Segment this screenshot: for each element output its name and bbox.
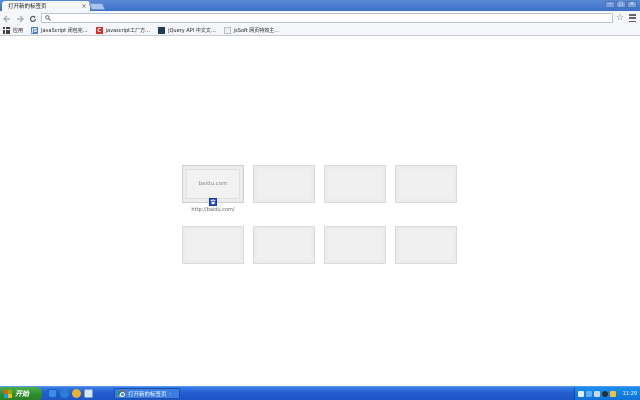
chrome-quicklaunch-icon[interactable]: [72, 389, 81, 398]
bookmark-item[interactable]: JS JavaScript 闭包完…: [31, 26, 88, 35]
bookmark-label: JavaScript 闭包完…: [41, 28, 88, 34]
star-icon[interactable]: ☆: [616, 13, 624, 23]
forward-arrow-icon[interactable]: [14, 13, 26, 25]
system-tray: 11:29: [574, 387, 640, 400]
tray-qq-icon[interactable]: [602, 391, 608, 397]
tray-input-icon[interactable]: [578, 391, 584, 397]
tile-thumbnail: baidu.com: [186, 169, 240, 199]
empty-tile: [182, 226, 244, 264]
bookmark-label: 应用: [13, 28, 24, 34]
start-label: 开始: [15, 390, 29, 398]
bookmark-item[interactable]: jsSoft 网页特效主…: [223, 26, 280, 35]
omnibox[interactable]: [41, 13, 613, 23]
windows-taskbar: 开始 打开新的标签页 - 11:29: [0, 386, 640, 400]
bookmarks-bar: 应用 JS JavaScript 闭包完… C javascript工厂方… j…: [0, 26, 640, 36]
tab-close-icon[interactable]: ×: [80, 3, 88, 10]
empty-tile: [324, 226, 386, 264]
minimize-button[interactable]: –: [605, 1, 615, 8]
bookmark-label: jQuery API 中文文…: [168, 28, 216, 34]
tab-title: 打开新的标签页: [8, 4, 47, 10]
show-desktop-icon[interactable]: [48, 389, 57, 398]
bookmark-item[interactable]: jQuery API 中文文…: [158, 26, 216, 35]
reload-icon[interactable]: [27, 13, 39, 25]
window-controls: – □ ×: [605, 1, 637, 8]
menu-icon[interactable]: [629, 14, 636, 22]
start-button[interactable]: 开始: [0, 387, 42, 400]
bookmark-label: javascript工厂方…: [105, 28, 151, 34]
empty-tile: [324, 165, 386, 203]
ie-icon[interactable]: [60, 389, 69, 398]
new-tab-page: baidu.com http://baidu.com/: [0, 37, 640, 386]
tile-title: baidu.com: [198, 181, 228, 187]
browser-toolbar: ☆: [0, 11, 640, 26]
bookmark-label: jsSoft 网页特效主…: [233, 28, 280, 34]
tray-app-icon[interactable]: [610, 391, 616, 397]
tile-url: http://baidu.com/: [191, 207, 235, 213]
chrome-icon: [118, 390, 125, 397]
javascript-favicon-icon: JS: [31, 27, 39, 34]
taskbar-button-arrow: -: [169, 390, 172, 397]
quick-launch: [48, 389, 93, 398]
windows-logo-icon: [4, 390, 12, 398]
new-tab-button[interactable]: [88, 3, 106, 10]
page-favicon-icon: [223, 27, 231, 34]
explorer-icon[interactable]: [84, 389, 93, 398]
empty-tile: [395, 226, 457, 264]
address-input[interactable]: [51, 14, 612, 22]
jquery-favicon-icon: [158, 27, 166, 34]
tray-volume-icon[interactable]: [594, 391, 600, 397]
browser-title-bar: 打开新的标签页 × – □ ×: [0, 0, 640, 11]
back-arrow-icon[interactable]: [1, 13, 13, 25]
window-close-button[interactable]: ×: [627, 1, 637, 8]
empty-tile: [253, 165, 315, 203]
bookmark-apps[interactable]: 应用: [3, 26, 23, 35]
taskbar-button-label: 打开新的标签页: [128, 391, 167, 398]
taskbar-button-chrome[interactable]: 打开新的标签页 -: [114, 388, 180, 399]
apps-grid-icon: [3, 27, 10, 34]
baidu-paw-icon: [209, 198, 217, 206]
tray-network-icon[interactable]: [586, 391, 592, 397]
bookmark-item[interactable]: C javascript工厂方…: [95, 26, 151, 35]
clock: 11:29: [622, 391, 637, 397]
tab-new-tab[interactable]: 打开新的标签页 ×: [2, 1, 90, 11]
maximize-button[interactable]: □: [616, 1, 626, 8]
csdn-favicon-icon: C: [95, 27, 103, 34]
empty-tile: [253, 226, 315, 264]
empty-tile: [395, 165, 457, 203]
